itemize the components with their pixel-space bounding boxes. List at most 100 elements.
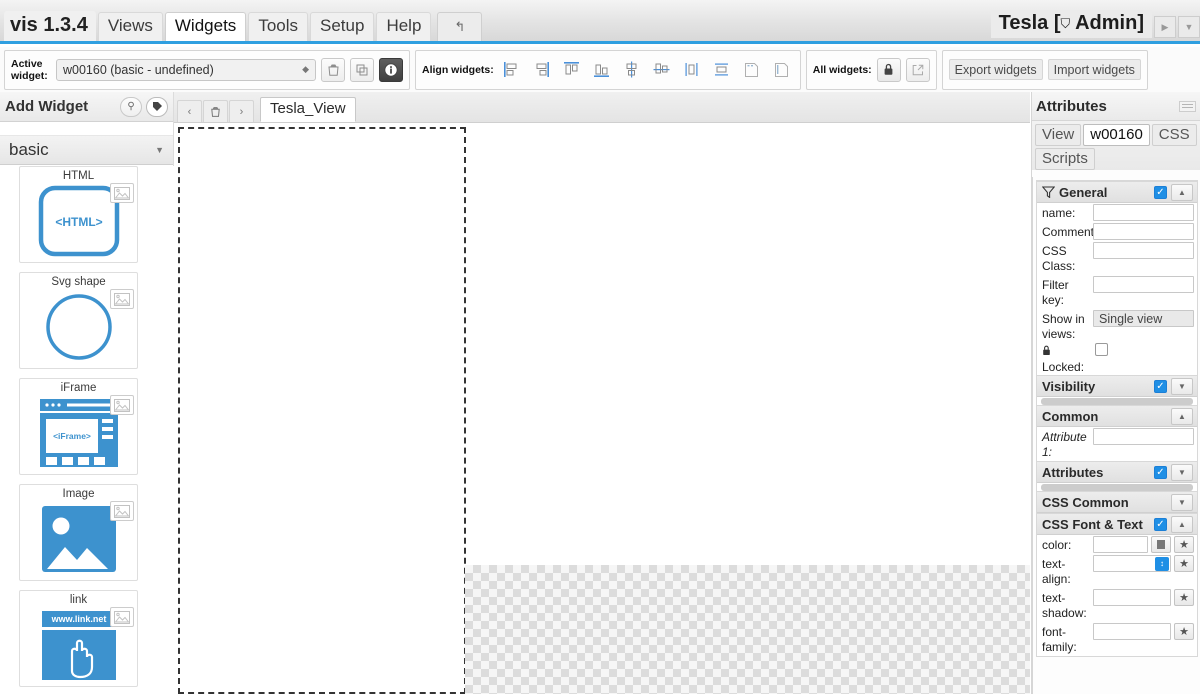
field-font-family-label: font-family: [1042,625,1077,654]
delete-widget-button[interactable] [321,57,345,82]
section-visibility-expand-icon[interactable]: ▼ [1171,377,1193,395]
copy-widget-button[interactable] [350,57,374,82]
section-common-collapse-icon[interactable]: ▲ [1171,407,1193,425]
text-align-input[interactable]: ↕ [1093,555,1171,572]
section-css-font-text-title: CSS Font & Text [1042,516,1143,532]
filter-key-input[interactable] [1093,276,1194,293]
css-class-input[interactable] [1093,242,1194,259]
add-widget-panel: Add Widget ⚲ basic ▼ HTML <HTML> Svg sha… [0,92,174,694]
nav-next-icon[interactable]: ▶ [1154,16,1176,38]
menu-help[interactable]: Help [376,12,432,41]
list-item[interactable]: Svg shape [19,272,138,369]
field-show-in-views: Show in views: Single view [1037,309,1197,343]
menu-tools[interactable]: Tools [248,12,308,41]
distribute-vertical-icon[interactable] [709,57,734,83]
align-left-icon[interactable] [499,57,524,83]
list-item[interactable]: iFrame <iFrame> [19,378,138,475]
section-css-common[interactable]: CSS Common ▼ [1037,491,1197,513]
section-visibility-checkbox[interactable]: ✓ [1154,379,1167,393]
visibility-scrollbar[interactable] [1041,398,1193,405]
attributes-body: General ✓ ▲ name: Comment: CSS Class: Fi… [1032,177,1200,694]
section-common-title: Common [1042,408,1099,424]
text-shadow-bind-button[interactable]: ★ [1174,589,1194,606]
import-widgets-button[interactable]: Import widgets [1047,59,1141,80]
name-input[interactable] [1093,204,1194,221]
tab-widget-id[interactable]: w00160 [1083,124,1150,146]
tab-css[interactable]: CSS [1151,124,1197,146]
widget-name: Svg shape [51,276,106,288]
section-visibility[interactable]: Visibility ✓ ▼ [1037,375,1197,397]
align-center-horizontal-icon[interactable] [649,57,674,83]
resize-grip-icon[interactable] [1179,100,1196,112]
list-item[interactable]: HTML <HTML> [19,166,138,263]
widget-name: Image [62,488,95,500]
list-item[interactable]: link www.link.net [19,590,138,687]
color-bind-button[interactable]: ★ [1174,536,1194,553]
section-general-checkbox[interactable]: ✓ [1154,185,1167,199]
section-attributes-expand-icon[interactable]: ▼ [1171,463,1193,481]
tab-view[interactable]: View [1035,124,1082,146]
view-canvas[interactable] [175,123,1030,694]
widget-category-select[interactable]: basic ▼ [0,136,173,165]
view-prev-button[interactable]: ‹ [177,100,202,122]
font-family-input[interactable] [1093,623,1171,640]
menu-views[interactable]: Views [97,12,163,41]
user-icon: ⛉ [1060,16,1071,31]
active-widget-label: Active widget: [11,57,48,82]
all-widgets-group: All widgets: [805,49,937,90]
text-shadow-input[interactable] [1093,589,1171,606]
align-bottom-icon[interactable] [589,57,614,83]
section-general[interactable]: General ✓ ▲ [1037,181,1197,203]
show-in-views-select[interactable]: Single view [1093,310,1194,327]
menu-widgets[interactable]: Widgets [164,12,247,41]
selected-widget-frame[interactable] [178,127,466,694]
section-common[interactable]: Common ▲ [1037,405,1197,427]
unlock-all-button[interactable] [905,57,930,82]
align-center-vertical-icon[interactable] [619,57,644,83]
lock-all-button[interactable] [876,57,901,82]
attributes-scrollbar[interactable] [1041,484,1193,491]
tag-icon[interactable] [146,96,168,117]
menu-setup[interactable]: Setup [310,12,375,41]
active-widget-group: Active widget: w00160 (basic - undefined… [4,49,410,90]
view-delete-button[interactable] [203,100,228,122]
nav-more-icon[interactable]: ▼ [1178,16,1200,38]
section-css-font-text-collapse-icon[interactable]: ▲ [1171,515,1193,533]
tab-scripts[interactable]: Scripts [1035,148,1095,170]
section-css-common-expand-icon[interactable]: ▼ [1171,493,1193,511]
list-item[interactable]: Image [19,484,138,581]
locked-checkbox[interactable] [1095,343,1108,356]
attribute-1-input[interactable] [1093,428,1194,445]
field-color: color: ★ [1037,535,1197,554]
active-widget-select[interactable]: w00160 (basic - undefined) ◆ [56,58,316,81]
distribute-horizontal-icon[interactable] [679,57,704,83]
comment-input[interactable] [1093,223,1194,240]
attributes-tabs: View w00160 CSS Scripts [1032,121,1200,170]
align-right-icon[interactable] [529,57,554,83]
spinner-icon[interactable]: ↕ [1155,557,1169,571]
color-input[interactable] [1093,536,1148,553]
section-attributes-checkbox[interactable]: ✓ [1154,465,1167,479]
field-filter-key-label: Filter key: [1042,278,1069,307]
magnifier-icon[interactable]: ⚲ [120,96,142,117]
font-family-bind-button[interactable]: ★ [1174,623,1194,640]
section-attributes[interactable]: Attributes ✓ ▼ [1037,461,1197,483]
field-name-label: name: [1042,206,1076,220]
section-general-collapse-icon[interactable]: ▲ [1171,183,1193,201]
section-css-font-text-checkbox[interactable]: ✓ [1154,517,1167,531]
text-align-bind-button[interactable]: ★ [1174,555,1194,572]
export-widgets-button[interactable]: Export widgets [948,59,1043,80]
info-icon [384,62,398,77]
same-height-icon[interactable] [769,57,794,83]
tab-tesla-view[interactable]: Tesla_View [260,97,356,122]
color-picker-button[interactable] [1151,536,1171,553]
same-width-icon[interactable] [739,57,764,83]
page-title-text: Tesla [ [998,12,1061,34]
info-button[interactable] [379,57,403,82]
section-css-font-text[interactable]: CSS Font & Text ✓ ▲ [1037,513,1197,535]
align-widgets-label: Align widgets: [422,63,494,76]
align-top-icon[interactable] [559,57,584,83]
view-next-button[interactable]: › [229,100,254,122]
widget-name: link [69,594,88,606]
undo-arrow-icon[interactable]: ↰ [437,12,483,41]
